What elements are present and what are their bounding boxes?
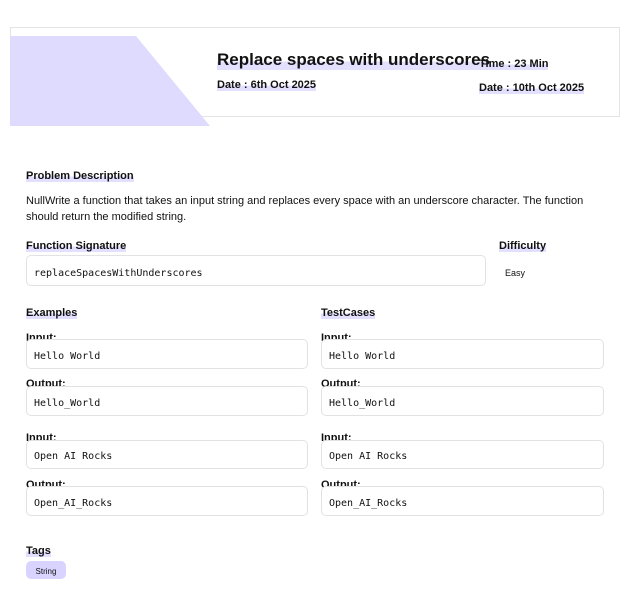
start-date: Date : 6th Oct 2025 (217, 79, 317, 91)
example-input-field: Hello World (26, 339, 308, 369)
testcase-output-field: Hello_World (321, 386, 604, 416)
function-signature-label: Function Signature (26, 240, 127, 252)
header-decoration (10, 36, 210, 126)
function-signature-field: replaceSpacesWithUnderscores (26, 255, 486, 286)
example-output-field: Open_AI_Rocks (26, 486, 308, 516)
example-input-field: Open AI Rocks (26, 440, 308, 469)
testcases-label: TestCases (321, 307, 376, 319)
tag-string[interactable]: String (26, 561, 66, 579)
problem-description-text: NullWrite a function that takes an input… (26, 195, 584, 223)
difficulty-value: Easy (505, 268, 526, 278)
time-limit: Time : 23 Min (479, 58, 549, 70)
testcase-input-field: Open AI Rocks (321, 440, 604, 469)
end-date: Date : 10th Oct 2025 (479, 82, 585, 94)
page-title: Replace spaces with underscores (217, 50, 491, 70)
problem-description-label: Problem Description (26, 170, 134, 182)
testcase-input-field: Hello World (321, 339, 604, 369)
examples-label: Examples (26, 307, 78, 319)
difficulty-label: Difficulty (499, 240, 547, 252)
example-output-field: Hello_World (26, 386, 308, 416)
testcase-output-field: Open_AI_Rocks (321, 486, 604, 516)
tags-label: Tags (26, 545, 51, 557)
